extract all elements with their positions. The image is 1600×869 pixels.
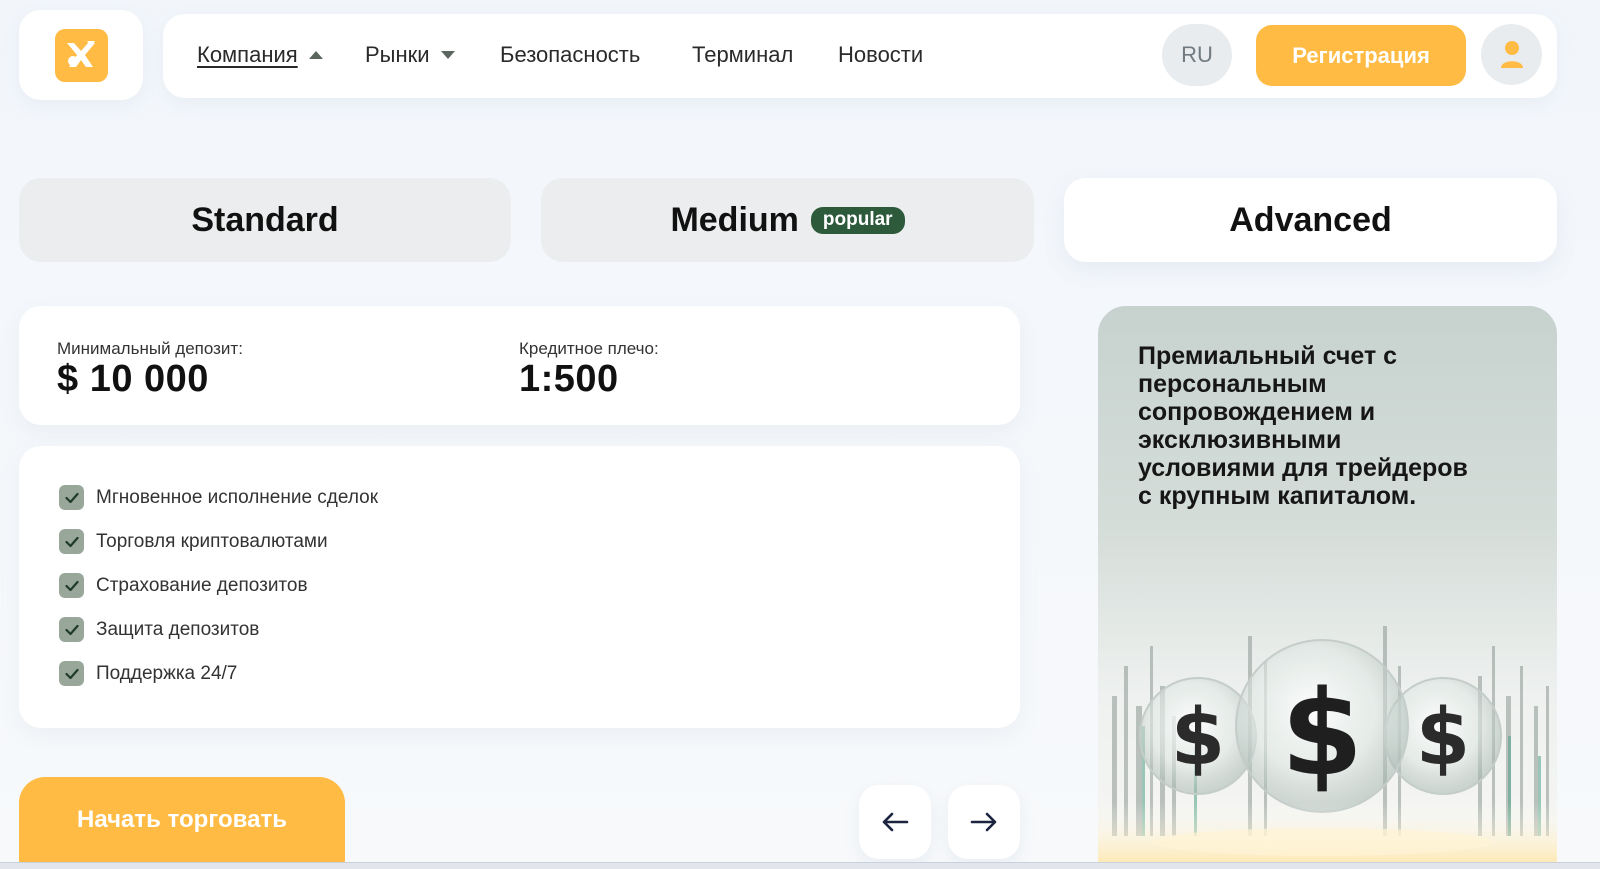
tab-advanced[interactable]: Advanced: [1064, 178, 1557, 262]
user-icon: [1500, 40, 1523, 68]
nav-item-news[interactable]: Новости: [838, 42, 923, 68]
account-stats-card: Минимальный депозит: $ 10 000 Кредитное …: [19, 306, 1020, 425]
list-item: Защита депозитов: [59, 617, 259, 642]
language-button[interactable]: RU: [1162, 24, 1232, 86]
register-button[interactable]: Регистрация: [1256, 25, 1466, 86]
promo-card: Премиальный счет с персональным сопровож…: [1098, 306, 1557, 862]
arrow-left-icon: [882, 812, 909, 832]
svg-text:$: $: [1171, 693, 1225, 783]
leverage-label: Кредитное плечо:: [519, 339, 659, 358]
window-bottom-edge: [0, 862, 1600, 869]
list-item: Поддержка 24/7: [59, 661, 237, 686]
list-item: Мгновенное исполнение сделок: [59, 485, 378, 510]
page: Компания Рынки Безопасность Терминал Нов…: [0, 0, 1600, 863]
nav-item-label: Безопасность: [500, 42, 641, 67]
popular-badge: popular: [810, 206, 905, 234]
nav-item-markets[interactable]: Рынки: [365, 42, 456, 68]
tab-label: Advanced: [1229, 200, 1392, 239]
leverage-value: 1:500: [519, 358, 619, 400]
nav-item-label: Компания: [197, 42, 298, 67]
arrow-right-icon: [970, 812, 997, 832]
nav-item-security[interactable]: Безопасность: [500, 42, 640, 68]
start-trading-button[interactable]: Начать торговать: [19, 777, 345, 863]
tab-label: Medium: [670, 200, 799, 239]
min-deposit-value: $ 10 000: [57, 358, 209, 400]
promo-text: Премиальный счет с персональным сопровож…: [1138, 342, 1468, 510]
list-item: Торговля криптовалютами: [59, 529, 328, 554]
avatar[interactable]: [1481, 24, 1542, 85]
min-deposit-label: Минимальный депозит:: [57, 339, 243, 358]
tab-label: Standard: [191, 200, 339, 239]
chevron-down-icon: [440, 51, 455, 59]
checkmark-icon: [59, 661, 84, 686]
nav-item-terminal[interactable]: Терминал: [692, 42, 793, 68]
feature-label: Защита депозитов: [96, 618, 260, 640]
nav-item-label: Терминал: [692, 42, 794, 67]
feature-label: Страхование депозитов: [96, 574, 308, 596]
feature-label: Торговля криптовалютами: [96, 530, 328, 552]
brand-logo-icon: [54, 28, 108, 82]
feature-label: Поддержка 24/7: [96, 662, 238, 684]
checkmark-icon: [59, 617, 84, 642]
tab-standard[interactable]: Standard: [19, 178, 511, 262]
list-item: Страхование депозитов: [59, 573, 308, 598]
next-button[interactable]: [948, 785, 1020, 859]
nav-item-company[interactable]: Компания: [197, 42, 324, 68]
feature-label: Мгновенное исполнение сделок: [96, 486, 379, 508]
prev-button[interactable]: [859, 785, 931, 859]
features-card: Мгновенное исполнение сделок Торговля кр…: [19, 446, 1020, 728]
chevron-up-icon: [308, 51, 323, 59]
checkmark-icon: [59, 573, 84, 598]
logo-card[interactable]: [19, 10, 143, 100]
nav-item-label: Рынки: [365, 42, 430, 67]
checkmark-icon: [59, 485, 84, 510]
dollar-spheres-illustration: $ $ $: [1098, 626, 1557, 862]
checkmark-icon: [59, 529, 84, 554]
svg-text:$: $: [1416, 693, 1470, 783]
tab-medium[interactable]: Medium popular: [541, 178, 1034, 262]
svg-text:$: $: [1281, 664, 1363, 802]
nav-item-label: Новости: [838, 42, 924, 67]
